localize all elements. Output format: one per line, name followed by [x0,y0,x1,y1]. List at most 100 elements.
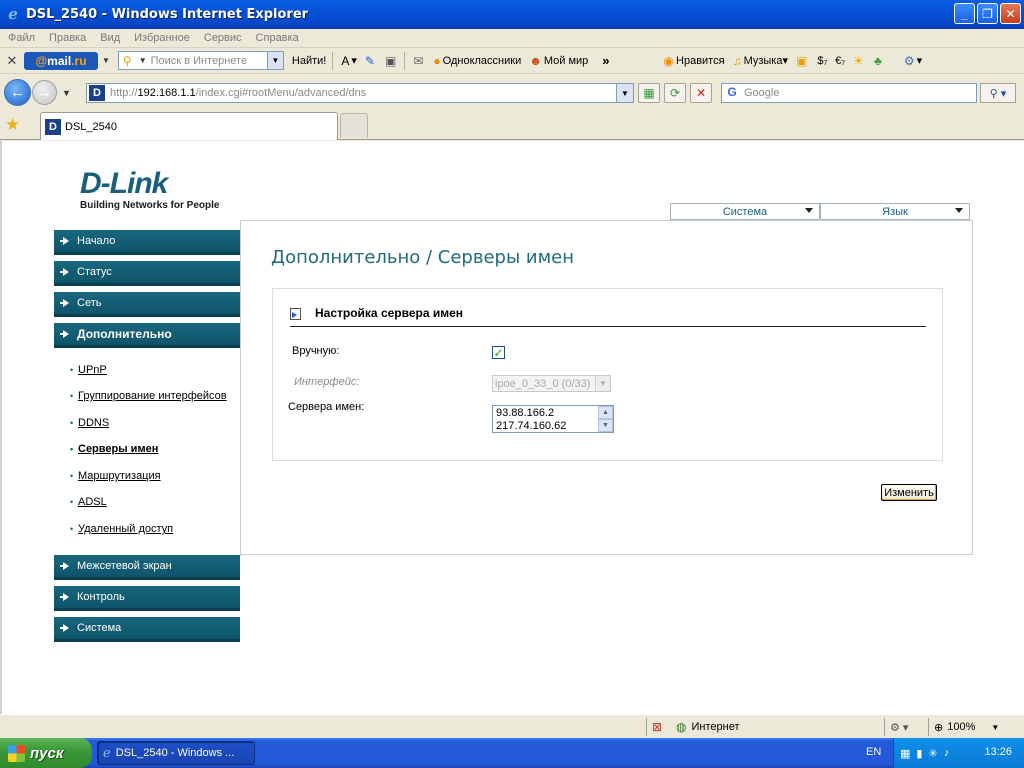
menu-bar: Файл Правка Вид Избранное Сервис Справка [0,29,1024,48]
scroll-up-icon[interactable]: ▲ [598,406,613,419]
dns-servers-label: Сервера имен: [288,401,365,413]
search-go-button[interactable]: ⚲ ▾ [980,83,1016,103]
toolbar-more-button[interactable]: » [602,53,609,68]
url-host: 192.168.1.1 [137,87,196,99]
history-dropdown-icon[interactable]: ▼ [62,88,71,98]
sidebar-item-home[interactable]: Начало [54,230,240,255]
compat-view-icon: ▦ [643,86,655,100]
menu-help[interactable]: Справка [256,32,299,44]
language-select-label: Язык [882,205,908,218]
arrow-right-icon [60,593,69,601]
signal-icon[interactable]: ▮ [916,747,922,760]
volume-icon[interactable]: ♪ [944,747,950,759]
start-button[interactable]: пуск [0,738,92,768]
search-icon: ⚲ [122,53,132,68]
address-input[interactable]: D http:// 192.168.1.1 /index.cgi#rootMen… [86,83,634,103]
toolbar-close-icon[interactable]: ✕ [0,53,24,69]
language-select[interactable]: Язык [820,203,970,220]
sidebar-item-control[interactable]: Контроль [54,586,240,611]
scroll-down-icon[interactable]: ▼ [598,419,613,432]
tray-app-icon[interactable]: ✳ [928,747,937,760]
taskbar-item-ie[interactable]: ℯ DSL_2540 - Windows ... [97,741,255,765]
new-tab-button[interactable] [340,113,368,138]
highlight-icon[interactable]: ✎ [365,54,377,68]
submenu-interface-grouping[interactable]: Группирование интерфейсов [70,390,227,402]
stop-button[interactable]: ✕ [690,83,712,103]
sidebar-item-status[interactable]: Статус [54,261,240,286]
toolbar-settings-icon[interactable]: ⚙ ▾ [904,54,922,68]
blocked-popup-icon[interactable]: ⊠ [652,718,662,736]
submenu-dns-servers[interactable]: Серверы имен [70,443,158,455]
language-indicator[interactable]: EN [866,746,881,758]
ie-icon: ℯ [8,5,18,23]
games-icon[interactable]: ♣ [874,54,884,68]
dns-server-line: 93.88.166.2 [496,407,555,419]
odnoklassniki-icon: ● [433,53,441,68]
close-button[interactable]: ✕ [1000,3,1021,24]
mailru-logo[interactable]: @ mail .ru [24,51,98,70]
manual-checkbox[interactable]: ✓ [492,346,505,359]
window-title: DSL_2540 - Windows Internet Explorer [26,7,309,22]
apply-button[interactable]: Изменить [881,484,937,501]
maximize-button[interactable]: ❐ [977,3,998,24]
forward-button[interactable]: → [32,80,57,105]
like-link[interactable]: ◉ Нравится [664,54,725,68]
sidebar-item-advanced[interactable]: Дополнительно [54,323,240,348]
zoom-control[interactable]: ⊕ 100% ▼ [934,718,999,736]
odnoklassniki-label: Одноклассники [442,54,522,67]
minimize-button[interactable]: _ [954,3,975,24]
network-icon[interactable]: ▦ [900,747,910,760]
interface-select: ipoe_0_33_0 (0/33) ▼ [492,375,611,392]
window-title-bar[interactable]: ℯ DSL_2540 - Windows Internet Explorer _… [0,0,1024,29]
submenu-ddns[interactable]: DDNS [70,417,109,429]
euro-rate[interactable]: €₇ [835,55,845,67]
toolbar-separator [332,51,334,70]
odnoklassniki-link[interactable]: ● Одноклассники [433,54,521,68]
font-size-icon[interactable]: A ▾ [341,54,357,68]
music-link[interactable]: ♫ Музыка ▾ [733,54,788,68]
moy-mir-link[interactable]: ☻ Мой мир [529,54,588,68]
sidebar-item-system[interactable]: Система [54,617,240,642]
compat-view-button[interactable]: ▦ [638,83,660,103]
protected-mode-icon[interactable]: ⚙ ▾ [890,718,908,736]
weather-icon[interactable]: ☀ [853,54,866,68]
internet-zone[interactable]: ◍ Интернет [676,718,739,736]
search-history-dropdown-icon[interactable]: ▼ [266,52,283,69]
mailru-toolbar: ✕ @ mail .ru ▼ ⚲ ▼ Поиск в Интернете ▼ Н… [0,48,1024,74]
tab-dsl-2540[interactable]: D DSL_2540 [40,112,338,140]
menu-tools[interactable]: Сервис [204,32,242,44]
google-search-input[interactable]: G Google [721,83,977,103]
favorites-star-icon[interactable]: ★ [5,115,20,135]
zoom-page-icon[interactable]: ▣ [385,54,398,68]
find-button[interactable]: Найти! [292,55,326,67]
toolbar-search-placeholder: Поиск в Интернете [150,54,248,67]
chevron-down-icon: ▼ [991,722,1000,732]
clock[interactable]: 13:26 [984,746,1012,758]
toolbar-search-input[interactable]: ⚲ ▼ Поиск в Интернете ▼ [117,51,284,70]
mailru-dropdown-icon[interactable]: ▼ [102,56,110,65]
dollar-rate[interactable]: $₇ [817,55,827,67]
sidebar-item-firewall[interactable]: Межсетевой экран [54,555,240,580]
submenu-upnp[interactable]: UPnP [70,364,107,376]
submenu-adsl[interactable]: ADSL [70,496,107,508]
sidebar-item-network[interactable]: Сеть [54,292,240,317]
sidebar-item-label: Контроль [77,591,125,603]
address-dropdown-icon[interactable]: ▼ [616,84,633,102]
search-engine-dropdown-icon[interactable]: ▼ [139,56,147,65]
menu-edit[interactable]: Правка [49,32,86,44]
refresh-button[interactable]: ⟳ [664,83,686,103]
system-select-label: Система [722,205,768,218]
mail-envelope-icon[interactable]: ✉ [413,54,425,68]
start-label: пуск [30,744,64,762]
menu-view[interactable]: Вид [100,32,120,44]
submenu-remote-access[interactable]: Удаленный доступ [70,523,173,535]
back-button[interactable]: ← [4,79,31,106]
menu-favorites[interactable]: Избранное [134,32,190,44]
bookmark-icon[interactable]: ▣ [796,54,809,68]
dns-servers-textarea[interactable]: 93.88.166.2 217.74.160.62 ▲ ▼ [492,405,614,433]
logo-brand: D-Link [80,167,168,200]
system-select[interactable]: Система [670,203,820,220]
submenu-routing[interactable]: Маршрутизация [70,470,161,482]
textarea-scrollbar[interactable]: ▲ ▼ [598,406,613,432]
menu-file[interactable]: Файл [8,32,35,44]
